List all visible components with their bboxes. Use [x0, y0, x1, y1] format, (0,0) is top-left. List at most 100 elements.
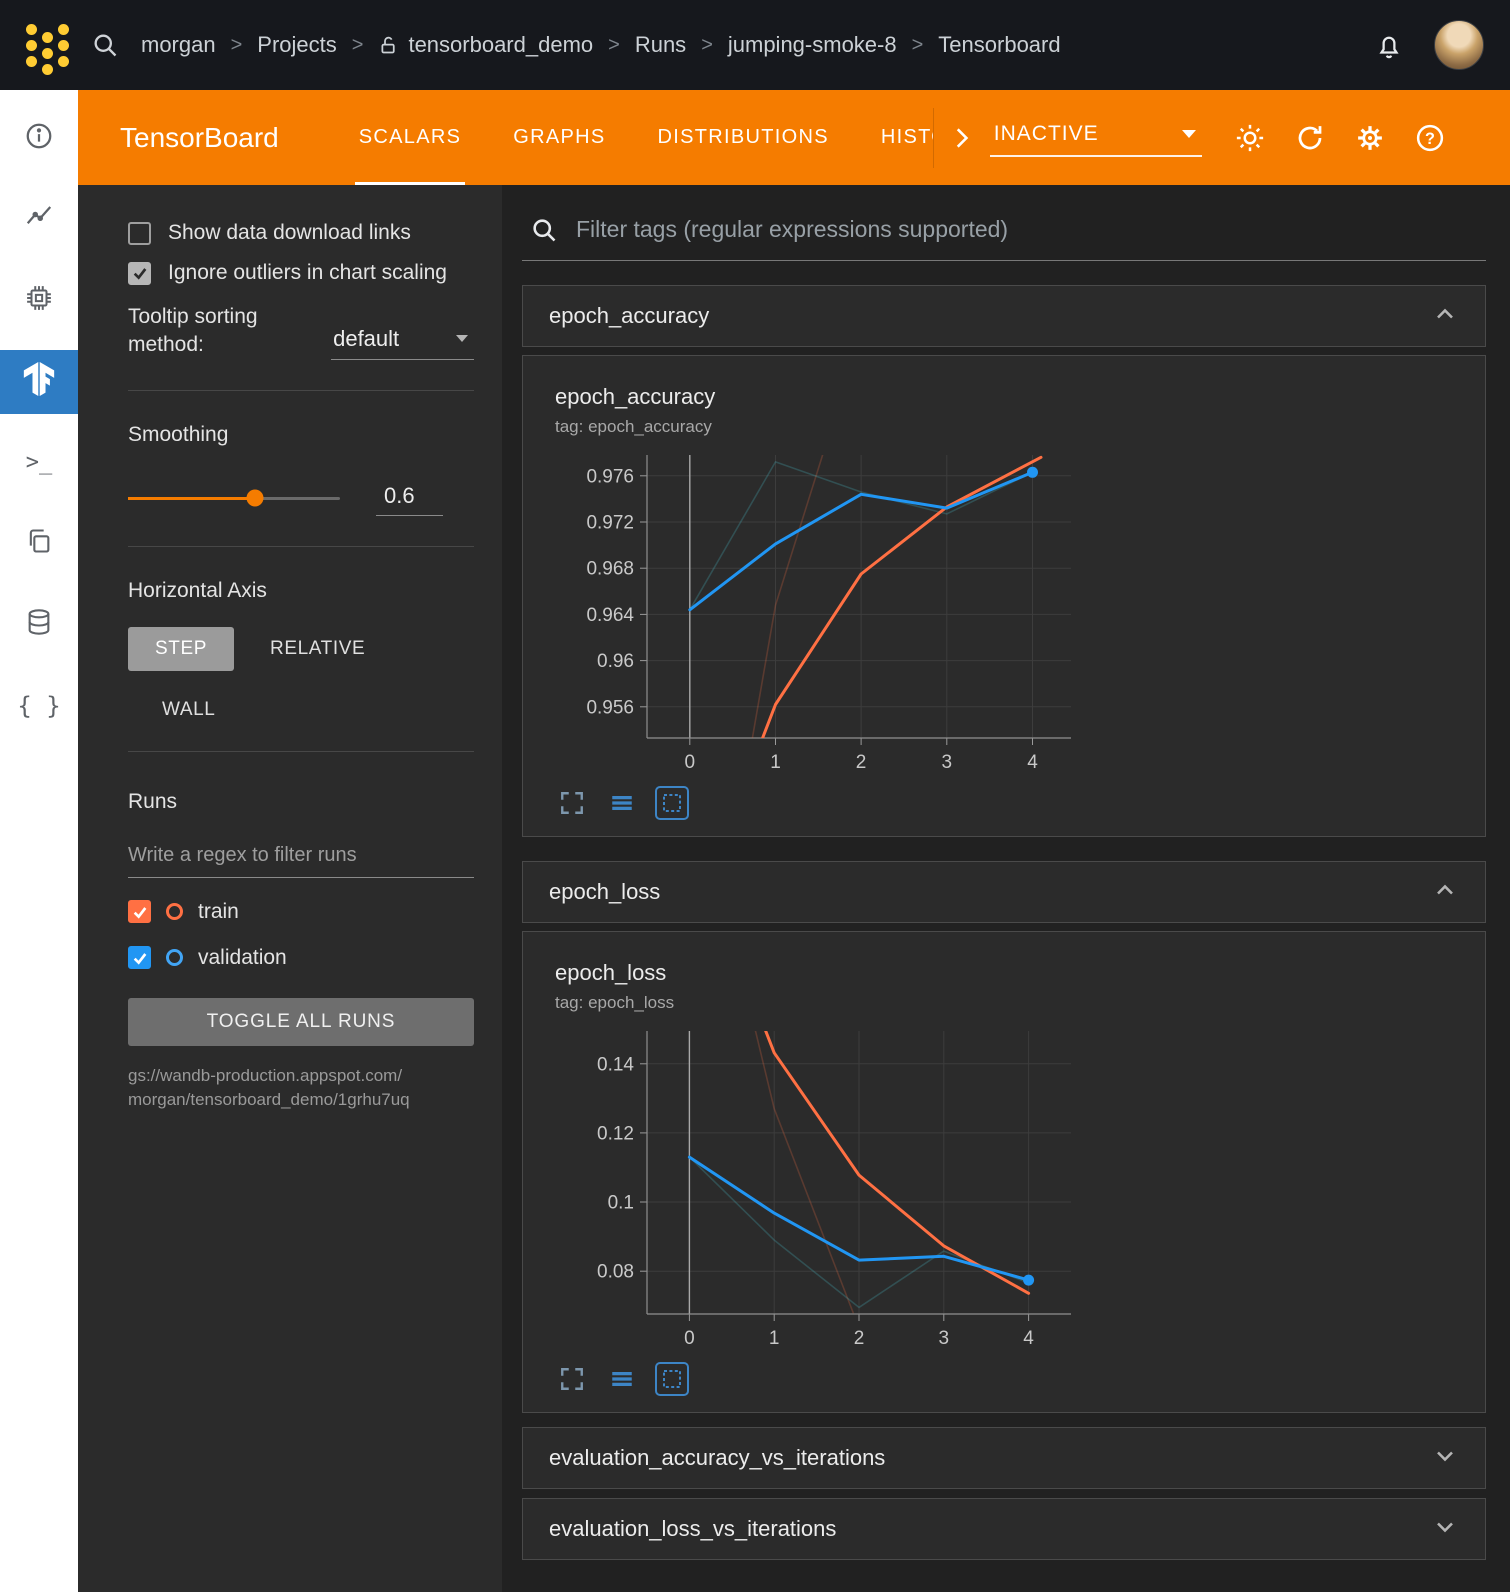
fit-domain-icon[interactable] [655, 786, 689, 820]
sidebar-item-logs[interactable]: >_ [0, 422, 78, 503]
refresh-icon[interactable] [1294, 122, 1326, 154]
filter-tags-input[interactable] [574, 215, 1478, 244]
toggle-all-runs-button[interactable]: TOGGLE ALL RUNS [128, 998, 474, 1046]
svg-text:1: 1 [769, 1328, 780, 1349]
data-status-select[interactable]: INACTIVE [990, 118, 1202, 157]
view-data-icon[interactable] [605, 786, 639, 820]
bell-icon[interactable] [1374, 30, 1404, 60]
validation-run-label: validation [198, 946, 287, 970]
help-icon[interactable]: ? [1414, 122, 1446, 154]
expand-chart-icon[interactable] [555, 786, 589, 820]
svg-text:0.968: 0.968 [586, 559, 634, 580]
chevron-down-icon[interactable] [1431, 1513, 1459, 1546]
view-data-icon[interactable] [605, 1362, 639, 1396]
tab-histograms[interactable]: HISTOGRAMS [855, 90, 933, 185]
slider-thumb[interactable] [247, 490, 264, 507]
user-avatar[interactable] [1434, 20, 1484, 70]
epoch-loss-chart[interactable]: 0.080.10.120.1401234 [555, 1021, 1077, 1356]
section-epoch-accuracy[interactable]: epoch_accuracy [522, 285, 1486, 347]
svg-text:0.96: 0.96 [597, 651, 634, 672]
tensorboard-settings-panel: Show data download links Ignore outliers… [78, 185, 502, 1592]
svg-text:0.1: 0.1 [608, 1193, 634, 1214]
storage-path-line1: gs://wandb-production.appspot.com/ [128, 1064, 474, 1089]
section-evaluation-loss[interactable]: evaluation_loss_vs_iterations [522, 1498, 1486, 1560]
filter-tags-bar [522, 203, 1486, 261]
breadcrumb-projects[interactable]: Projects [257, 32, 336, 58]
tab-scalars[interactable]: SCALARS [333, 90, 487, 185]
smoothing-value[interactable]: 0.6 [376, 481, 443, 516]
tooltip-sorting-select[interactable]: default [331, 322, 474, 360]
tooltip-sorting-label: Tooltip sorting method: [128, 303, 315, 360]
svg-text:2: 2 [856, 752, 867, 773]
run-row-validation[interactable]: validation [128, 946, 474, 970]
svg-text:3: 3 [939, 1328, 950, 1349]
fit-domain-icon[interactable] [655, 1362, 689, 1396]
breadcrumb-separator: > [912, 34, 924, 57]
tab-distributions[interactable]: DISTRIBUTIONS [632, 90, 855, 185]
ignore-outliers-checkbox[interactable]: Ignore outliers in chart scaling [128, 261, 474, 285]
epoch-accuracy-card: epoch_accuracy tag: epoch_accuracy 0.956… [522, 355, 1486, 837]
train-checkbox[interactable] [128, 900, 151, 923]
axis-relative-button[interactable]: RELATIVE [270, 638, 365, 660]
tensorboard-header: TensorBoard SCALARS GRAPHS DISTRIBUTIONS… [78, 90, 1510, 185]
breadcrumb-project[interactable]: tensorboard_demo [408, 32, 593, 58]
chart-tag: tag: epoch_accuracy [555, 417, 1485, 437]
breadcrumb-run[interactable]: jumping-smoke-8 [728, 32, 897, 58]
tooltip-sorting-value: default [333, 326, 399, 352]
tab-graphs[interactable]: GRAPHS [487, 90, 631, 185]
svg-text:0.976: 0.976 [586, 466, 634, 487]
breadcrumb: morgan > Projects > tensorboard_demo > R… [141, 32, 1061, 58]
search-icon[interactable] [91, 31, 119, 59]
expand-chart-icon[interactable] [555, 1362, 589, 1396]
breadcrumb-tensorboard[interactable]: Tensorboard [938, 32, 1060, 58]
braces-icon: { } [17, 692, 60, 720]
chip-icon [24, 283, 54, 318]
storage-path-line2: morgan/tensorboard_demo/1grhu7uq [128, 1088, 474, 1113]
gear-icon[interactable] [1354, 122, 1386, 154]
section-evaluation-accuracy[interactable]: evaluation_accuracy_vs_iterations [522, 1427, 1486, 1489]
smoothing-slider[interactable] [128, 497, 340, 500]
sidebar-item-info[interactable] [0, 98, 78, 179]
sidebar-item-charts[interactable] [0, 179, 78, 260]
breadcrumb-separator: > [608, 34, 620, 57]
chevron-up-icon[interactable] [1431, 876, 1459, 909]
sidebar-item-artifacts[interactable] [0, 584, 78, 665]
epoch-accuracy-chart[interactable]: 0.9560.960.9640.9680.9720.97601234 [555, 445, 1077, 780]
chevron-up-icon[interactable] [1431, 300, 1459, 333]
breadcrumb-user[interactable]: morgan [141, 32, 216, 58]
chart-title: epoch_accuracy [555, 384, 1485, 410]
sidebar-item-system[interactable] [0, 260, 78, 341]
section-title: evaluation_accuracy_vs_iterations [549, 1445, 885, 1471]
chevron-down-icon [1182, 130, 1196, 138]
tensorboard-tabs: SCALARS GRAPHS DISTRIBUTIONS HISTOGRAMS [333, 90, 933, 185]
show-download-links-label: Show data download links [168, 221, 411, 245]
chart-toolbar [555, 1362, 1485, 1396]
chart-title: epoch_loss [555, 960, 1485, 986]
axis-step-button[interactable]: STEP [128, 627, 234, 671]
chart-tag: tag: epoch_loss [555, 993, 1485, 1013]
slider-fill [128, 497, 255, 500]
charts-area: epoch_accuracy epoch_accuracy tag: epoch… [502, 185, 1510, 1592]
svg-text:0.956: 0.956 [586, 697, 634, 718]
run-row-train[interactable]: train [128, 900, 474, 924]
show-download-links-checkbox[interactable]: Show data download links [128, 221, 474, 245]
svg-text:0.964: 0.964 [586, 605, 634, 626]
tensorboard-active-tile [0, 350, 78, 414]
wandb-logo[interactable] [26, 24, 69, 67]
settings-brightness-icon[interactable] [1234, 122, 1266, 154]
validation-checkbox[interactable] [128, 946, 151, 969]
search-icon [530, 216, 558, 244]
runs-regex-input[interactable] [128, 838, 474, 878]
breadcrumb-runs[interactable]: Runs [635, 32, 686, 58]
sidebar-item-files[interactable] [0, 503, 78, 584]
axis-wall-button[interactable]: WALL [162, 699, 215, 721]
chevron-down-icon[interactable] [1431, 1442, 1459, 1475]
tensorboard-brand: TensorBoard [120, 122, 279, 154]
svg-text:4: 4 [1023, 1328, 1034, 1349]
section-epoch-loss[interactable]: epoch_loss [522, 861, 1486, 923]
sidebar-item-tensorboard[interactable] [0, 341, 78, 422]
epoch-loss-card: epoch_loss tag: epoch_loss 0.080.10.120.… [522, 931, 1486, 1413]
runs-label: Runs [128, 790, 474, 814]
sidebar-item-config[interactable]: { } [0, 665, 78, 746]
tabs-overflow-chevron[interactable] [933, 108, 974, 168]
